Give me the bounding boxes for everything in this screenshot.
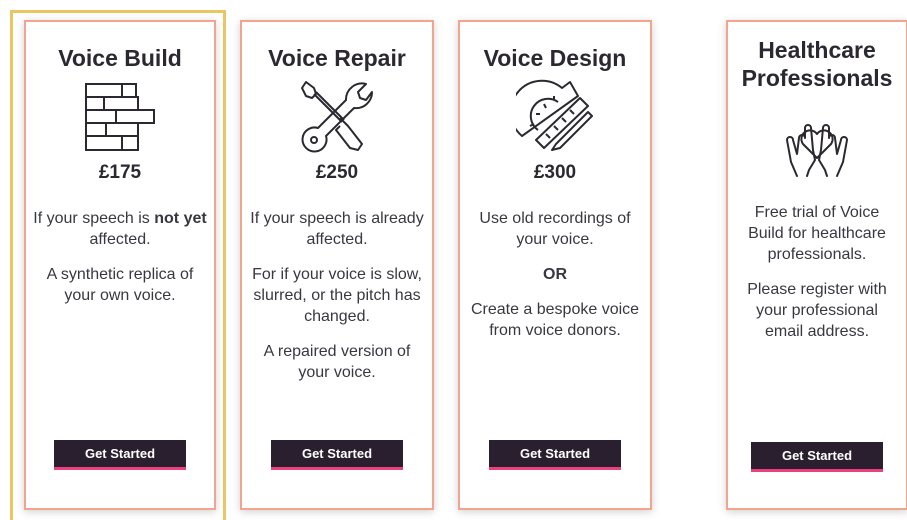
card-price: £250 [315,162,359,183]
card-description: If your speech is not yet affected. A sy… [32,208,208,320]
description-line-2: Create a bespoke voice from voice donors… [470,301,640,339]
card-price: £300 [533,162,577,183]
card-price: £175 [98,162,142,183]
card-description: Use old recordings of your voice. OR Cre… [466,208,644,355]
description-line-1: Use old recordings of your voice. [479,210,631,248]
description-line-1: Free trial of Voice Build for healthcare… [748,204,886,263]
hands-heart-icon [786,124,848,177]
card-voice-repair[interactable]: Voice Repair £250 If your speech is alre… [240,20,434,510]
description-line-1: If your speech is already affected. [250,210,424,248]
get-started-button[interactable]: Get Started [489,440,621,470]
get-started-button[interactable]: Get Started [271,440,403,470]
card-voice-design[interactable]: Voice Design £300 Use old recordings of … [458,20,652,510]
or-separator: OR [543,266,567,283]
card-title: Voice Design [483,45,627,71]
description-line-3: A repaired version of your voice. [263,343,411,381]
card-description: Free trial of Voice Build for healthcare… [740,202,894,356]
card-healthcare-professionals[interactable]: Healthcare Professionals Free trial of V… [726,20,907,510]
description-line-1: If your speech is not yet affected. [33,210,207,248]
description-line-2: A synthetic replica of your own voice. [46,266,194,304]
protractor-pencil-icon [516,79,593,151]
description-line-2: For if your voice is slow, slurred, or t… [252,266,422,325]
card-title: Voice Repair [268,45,406,71]
description-line-2: Please register with your professional e… [747,281,887,340]
get-started-button[interactable]: Get Started [54,440,186,470]
card-title: Voice Build [58,45,182,71]
card-description: If your speech is already affected. For … [248,208,426,397]
card-title: Healthcare Professionals [741,37,893,91]
get-started-button[interactable]: Get Started [751,442,883,472]
brick-wall-icon [85,83,155,151]
wrench-screwdriver-icon [301,81,374,153]
card-voice-build[interactable]: Voice Build £175 If your speech is not y… [24,20,216,510]
